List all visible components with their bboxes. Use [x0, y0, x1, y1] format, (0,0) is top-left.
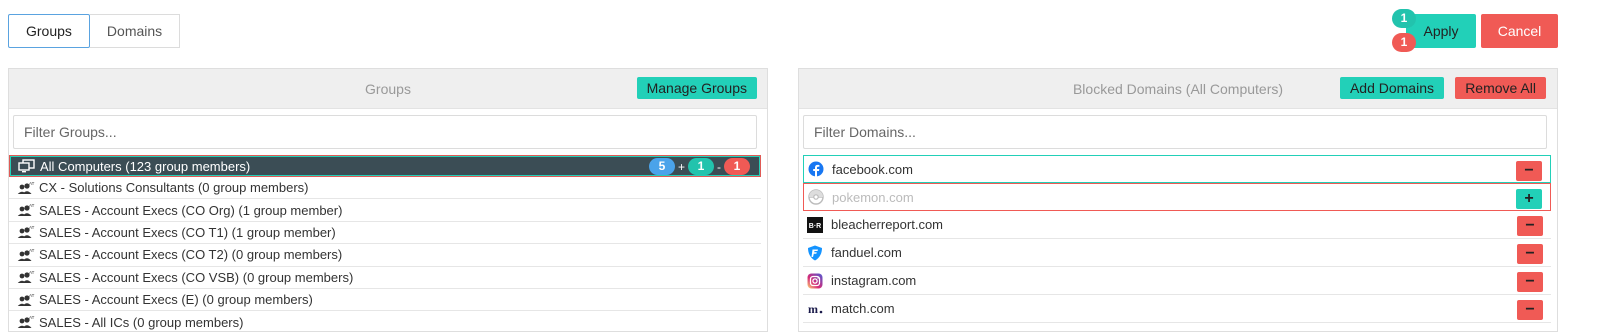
svg-text:AT: AT	[29, 203, 35, 208]
domain-label: bleacherreport.com	[831, 217, 943, 232]
view-tabs: Groups Domains	[8, 14, 181, 48]
svg-text:AT: AT	[29, 225, 35, 230]
group-label: SALES - Account Execs (CO VSB) (0 group …	[39, 269, 354, 285]
svg-text:AT: AT	[29, 293, 35, 298]
plus-sign: +	[677, 159, 685, 174]
domain-label: match.com	[831, 301, 895, 316]
domain-row: m match.com −	[803, 295, 1551, 323]
pending-removed-badge: 1	[1392, 33, 1416, 52]
users-group-icon: AT	[17, 203, 35, 217]
groups-panel-header: Groups Manage Groups	[9, 69, 767, 109]
users-group-icon: AT	[17, 181, 35, 195]
users-group-icon: AT	[17, 248, 35, 262]
minus-sign: -	[717, 159, 721, 174]
domain-label: instagram.com	[831, 273, 917, 288]
domain-row: pokemon.com +	[803, 183, 1551, 211]
svg-text:AT: AT	[29, 181, 35, 186]
group-label: CX - Solutions Consultants (0 group memb…	[39, 180, 309, 196]
pending-added-badge: 1	[1392, 9, 1416, 28]
cancel-button[interactable]: Cancel	[1481, 14, 1558, 48]
group-row[interactable]: AT SALES - Account Execs (CO T1) (1 grou…	[9, 222, 761, 245]
added-count-badge: 1	[688, 158, 714, 175]
domains-panel-header: Blocked Domains (All Computers) Add Doma…	[799, 69, 1557, 109]
groups-panel: Groups Manage Groups All Computers (123 …	[8, 68, 768, 332]
match-icon: m	[807, 301, 823, 317]
group-list: All Computers (123 group members) 5 + 1 …	[9, 155, 761, 331]
pokemon-icon	[808, 189, 824, 205]
domain-row: B·R bleacherreport.com −	[803, 211, 1551, 239]
users-group-icon: AT	[17, 225, 35, 239]
remove-all-button[interactable]: Remove All	[1455, 77, 1546, 99]
filter-domains-input[interactable]	[803, 115, 1547, 149]
domain-label: facebook.com	[832, 161, 913, 177]
group-row[interactable]: AT SALES - Account Execs (CO Org) (1 gro…	[9, 199, 761, 222]
add-domains-button[interactable]: Add Domains	[1339, 77, 1444, 99]
users-group-icon: AT	[17, 315, 35, 329]
remove-domain-button[interactable]: −	[1517, 216, 1543, 236]
apply-button[interactable]: Apply	[1406, 14, 1476, 48]
svg-text:B·R: B·R	[809, 223, 821, 230]
remove-domain-button[interactable]: −	[1517, 300, 1543, 320]
tab-groups[interactable]: Groups	[8, 14, 90, 48]
svg-text:AT: AT	[29, 315, 35, 320]
svg-text:AT: AT	[29, 248, 35, 253]
remove-domain-button[interactable]: −	[1517, 244, 1543, 264]
remove-domain-button[interactable]: −	[1516, 161, 1542, 181]
users-group-icon: AT	[17, 270, 35, 284]
removed-count-badge: 1	[724, 158, 750, 175]
group-row[interactable]: AT SALES - Account Execs (E) (0 group me…	[9, 289, 761, 312]
domain-row: fanduel.com −	[803, 239, 1551, 267]
group-label: SALES - Account Execs (CO T1) (1 group m…	[39, 224, 336, 240]
group-label: SALES - Account Execs (E) (0 group membe…	[39, 292, 313, 308]
domain-row: instagram.com −	[803, 267, 1551, 295]
remove-domain-button[interactable]: −	[1517, 272, 1543, 292]
bleacherreport-icon: B·R	[807, 216, 823, 233]
group-row[interactable]: AT SALES - Account Execs (CO VSB) (0 gro…	[9, 267, 761, 289]
member-count-badge: 5	[648, 158, 675, 175]
group-row[interactable]: AT SALES - All ICs (0 group members)	[9, 311, 761, 331]
blocked-domains-panel: Blocked Domains (All Computers) Add Doma…	[798, 68, 1558, 332]
group-change-badges: 5 + 1 - 1	[648, 158, 750, 175]
domain-list: facebook.com − pokemon.com + B·R bleache…	[803, 155, 1551, 323]
filter-groups-input[interactable]	[13, 115, 757, 149]
domain-label: pokemon.com	[832, 189, 914, 205]
domain-row: facebook.com −	[803, 155, 1551, 183]
computers-icon	[18, 159, 36, 173]
users-group-icon: AT	[17, 293, 35, 307]
tab-domains[interactable]: Domains	[89, 14, 181, 48]
facebook-icon	[808, 161, 824, 177]
group-row[interactable]: AT CX - Solutions Consultants (0 group m…	[9, 177, 761, 200]
domains-panel-title: Blocked Domains (All Computers)	[1072, 81, 1284, 97]
group-label: SALES - Account Execs (CO Org) (1 group …	[39, 202, 343, 218]
svg-text:m: m	[808, 302, 818, 316]
fanduel-icon	[807, 245, 823, 261]
restore-domain-button[interactable]: +	[1516, 189, 1542, 209]
group-label: SALES - All ICs (0 group members)	[39, 314, 244, 330]
groups-panel-title: Groups	[365, 81, 411, 97]
instagram-icon	[807, 273, 823, 289]
svg-text:AT: AT	[29, 270, 35, 275]
group-label: SALES - Account Execs (CO T2) (0 group m…	[39, 247, 343, 263]
domain-label: fanduel.com	[831, 245, 902, 260]
manage-groups-button[interactable]: Manage Groups	[636, 77, 757, 99]
group-row[interactable]: AT SALES - Account Execs (CO T2) (0 grou…	[9, 244, 761, 267]
group-label: All Computers (123 group members)	[40, 158, 251, 174]
group-row-all-computers[interactable]: All Computers (123 group members) 5 + 1 …	[9, 155, 761, 177]
